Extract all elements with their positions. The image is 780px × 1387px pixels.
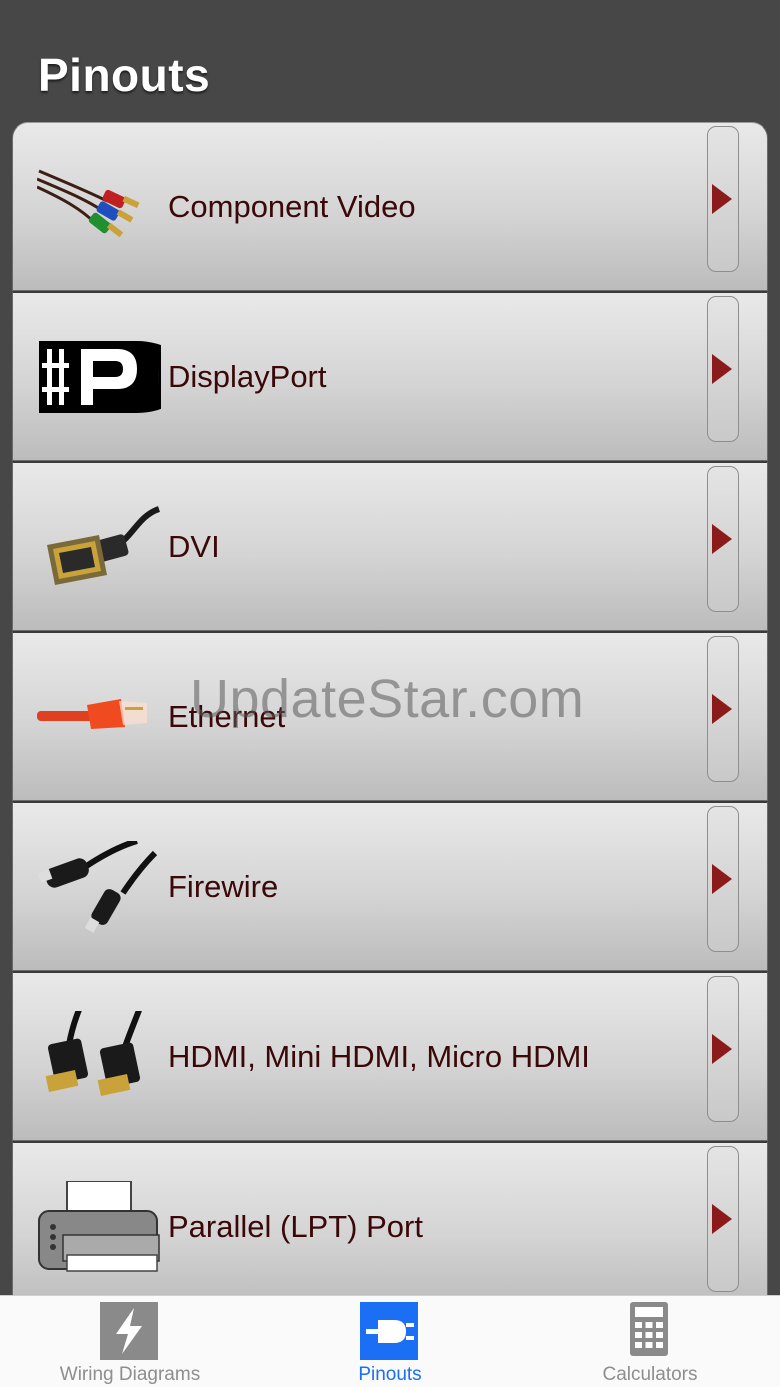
page-title: Pinouts bbox=[38, 49, 211, 101]
disclosure-button[interactable] bbox=[707, 976, 739, 1122]
chevron-right-icon bbox=[712, 1034, 732, 1064]
calculator-icon bbox=[620, 1302, 678, 1360]
pinouts-screen: Pinouts Component Video DisplayPort DVI … bbox=[0, 0, 780, 1387]
disclosure-button[interactable] bbox=[707, 296, 739, 442]
list-item-label: DisplayPort bbox=[168, 358, 327, 394]
component-video-cable-icon bbox=[36, 161, 161, 255]
tab-bar: Wiring Diagrams Pinouts Calculators bbox=[0, 1295, 780, 1387]
tab-wiring-diagrams[interactable]: Wiring Diagrams bbox=[0, 1296, 260, 1387]
navigation-header: Pinouts bbox=[0, 0, 780, 122]
chevron-right-icon bbox=[712, 1204, 732, 1234]
list-item-parallel-port[interactable]: Parallel (LPT) Port bbox=[12, 1141, 768, 1295]
plug-icon bbox=[360, 1302, 418, 1360]
tab-label: Wiring Diagrams bbox=[59, 1364, 201, 1385]
chevron-right-icon bbox=[712, 354, 732, 384]
firewire-cable-icon bbox=[37, 838, 161, 935]
list-item-label: HDMI, Mini HDMI, Micro HDMI bbox=[168, 1038, 590, 1074]
list-item-label: Component Video bbox=[168, 188, 416, 224]
tab-calculators[interactable]: Calculators bbox=[520, 1296, 780, 1387]
lightning-bolt-icon bbox=[100, 1302, 158, 1360]
list-item-displayport[interactable]: DisplayPort bbox=[12, 291, 768, 461]
list-item-hdmi[interactable]: HDMI, Mini HDMI, Micro HDMI bbox=[12, 971, 768, 1141]
disclosure-button[interactable] bbox=[707, 806, 739, 952]
tab-label: Calculators bbox=[602, 1364, 698, 1385]
chevron-right-icon bbox=[712, 864, 732, 894]
dvi-cable-icon bbox=[37, 501, 161, 595]
displayport-logo-icon bbox=[37, 331, 189, 425]
disclosure-button[interactable] bbox=[707, 126, 739, 272]
tab-label: Pinouts bbox=[358, 1364, 422, 1385]
disclosure-button[interactable] bbox=[707, 636, 739, 782]
list-item-dvi[interactable]: DVI bbox=[12, 461, 768, 631]
hdmi-cable-icon bbox=[37, 1003, 161, 1105]
chevron-right-icon bbox=[712, 524, 732, 554]
ethernet-cable-icon bbox=[37, 671, 161, 765]
chevron-right-icon bbox=[712, 184, 732, 214]
disclosure-button[interactable] bbox=[707, 1146, 739, 1292]
tab-pinouts[interactable]: Pinouts bbox=[260, 1296, 520, 1387]
list-item-label: Ethernet bbox=[168, 698, 286, 734]
list-item-label: Firewire bbox=[168, 868, 279, 904]
list-item-label: DVI bbox=[168, 528, 220, 564]
pinout-list[interactable]: Component Video DisplayPort DVI Ethernet… bbox=[12, 122, 768, 1295]
list-item-firewire[interactable]: Firewire bbox=[12, 801, 768, 971]
list-item-label: Parallel (LPT) Port bbox=[168, 1208, 423, 1244]
printer-icon bbox=[37, 1180, 161, 1275]
disclosure-button[interactable] bbox=[707, 466, 739, 612]
list-item-component-video[interactable]: Component Video bbox=[12, 122, 768, 291]
chevron-right-icon bbox=[712, 694, 732, 724]
list-item-ethernet[interactable]: Ethernet bbox=[12, 631, 768, 801]
